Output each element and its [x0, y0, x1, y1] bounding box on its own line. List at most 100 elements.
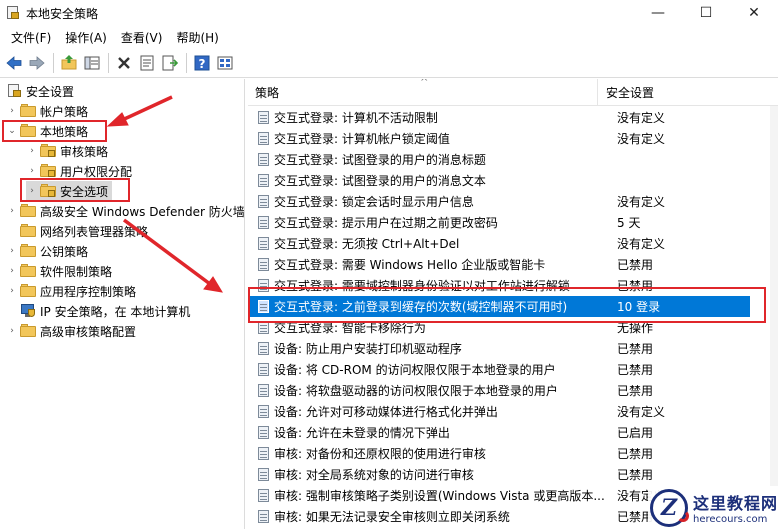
export-icon[interactable] [159, 52, 181, 74]
tree-item-defender-firewall[interactable]: › 高级安全 Windows Defender 防火墙 [6, 201, 244, 221]
table-row[interactable]: 交互式登录: 无须按 Ctrl+Alt+Del 没有定义 [248, 233, 750, 254]
policy-name: 交互式登录: 锁定会话时显示用户信息 [274, 195, 474, 209]
watermark-name: 这里教程网 [693, 494, 778, 513]
policy-icon [257, 110, 271, 125]
tree-root-security-settings[interactable]: 安全设置 [6, 81, 74, 101]
toolbar-separator [186, 52, 187, 73]
close-button[interactable]: ✕ [730, 0, 778, 26]
folder-icon [20, 324, 36, 338]
toolbar-separator [53, 52, 54, 73]
policy-icon [257, 509, 271, 524]
policy-setting: 已禁用 [617, 510, 654, 524]
policy-icon [257, 383, 271, 398]
policy-icon [257, 173, 271, 188]
chevron-right-icon[interactable]: › [6, 266, 18, 276]
chevron-right-icon[interactable]: › [26, 166, 38, 176]
table-row[interactable]: 设备: 防止用户安装打印机驱动程序 已禁用 [248, 338, 750, 359]
chevron-right-icon[interactable]: › [26, 146, 38, 156]
minimize-button[interactable]: — [634, 0, 682, 26]
tree-item-advanced-audit[interactable]: › 高级审核策略配置 [6, 321, 136, 341]
column-header-setting[interactable]: 安全设置 [599, 79, 778, 106]
policy-name: 审核: 如果无法记录安全审核则立即关闭系统 [274, 510, 510, 524]
folder-icon [20, 264, 36, 278]
policy-setting: 没有定义 [617, 405, 666, 419]
tree-item-account-policies[interactable]: › 帐户策略 [6, 101, 88, 121]
security-settings-icon [6, 84, 22, 98]
table-row[interactable]: 审核: 对备份和还原权限的使用进行审核 已禁用 [248, 443, 750, 464]
chevron-right-icon[interactable]: › [6, 286, 18, 296]
policy-name: 审核: 强制审核策略子类别设置(Windows Vista 或更高版本... [274, 489, 605, 503]
policy-folder-icon [40, 144, 56, 158]
table-row[interactable]: 交互式登录: 计算机帐户锁定阈值 没有定义 [248, 128, 750, 149]
chevron-right-icon[interactable]: › [6, 246, 18, 256]
table-row[interactable]: 交互式登录: 计算机不活动限制 没有定义 [248, 107, 750, 128]
table-row[interactable]: 交互式登录: 试图登录的用户的消息文本 [248, 170, 750, 191]
policy-name: 交互式登录: 试图登录的用户的消息标题 [274, 153, 486, 167]
menu-view[interactable]: 查看(V) [114, 29, 170, 46]
policy-folder-icon [40, 164, 56, 178]
delete-icon[interactable] [113, 52, 135, 74]
menu-help[interactable]: 帮助(H) [169, 29, 225, 46]
tree-label: IP 安全策略，在 本地计算机 [40, 304, 191, 319]
column-header-policy[interactable]: 策略 [248, 79, 598, 106]
policy-name: 设备: 将 CD-ROM 的访问权限仅限于本地登录的用户 [274, 363, 556, 377]
policy-icon [257, 425, 271, 440]
menu-action[interactable]: 操作(A) [58, 29, 114, 46]
tree-item-app-control[interactable]: › 应用程序控制策略 [6, 281, 136, 301]
highlight-security-options [20, 178, 130, 202]
table-row[interactable]: 交互式登录: 锁定会话时显示用户信息 没有定义 [248, 191, 750, 212]
maximize-button[interactable]: ☐ [682, 0, 730, 26]
forward-icon[interactable] [26, 52, 48, 74]
tree-item-software-restriction[interactable]: › 软件限制策略 [6, 261, 112, 281]
up-folder-icon[interactable] [58, 52, 80, 74]
table-row[interactable]: 设备: 允许在未登录的情况下弹出 已启用 [248, 422, 750, 443]
policy-setting: 已启用 [617, 426, 654, 440]
toolbar: ? [0, 48, 778, 78]
tree-item-audit-policy[interactable]: › 审核策略 [26, 141, 108, 161]
policy-setting: 没有定义 [617, 195, 666, 209]
policy-setting: 已禁用 [617, 342, 654, 356]
policy-icon [257, 362, 271, 377]
site-logo-icon: Z [650, 488, 689, 527]
policy-icon [257, 488, 271, 503]
highlight-cached-logons-row [248, 287, 766, 323]
watermark-url: herecours.com [693, 514, 768, 525]
properties-icon[interactable] [136, 52, 158, 74]
table-row[interactable]: 设备: 将 CD-ROM 的访问权限仅限于本地登录的用户 已禁用 [248, 359, 750, 380]
window-title: 本地安全策略 [26, 6, 99, 21]
tree-item-ip-security[interactable]: IP 安全策略，在 本地计算机 [6, 301, 190, 321]
back-icon[interactable] [3, 52, 25, 74]
view-icon[interactable] [214, 52, 236, 74]
chevron-right-icon[interactable]: › [6, 206, 18, 216]
tree-label: 网络列表管理器策略 [40, 224, 149, 239]
tree-scrollbar[interactable] [240, 79, 245, 529]
policy-icon [257, 467, 271, 482]
policy-name: 审核: 对备份和还原权限的使用进行审核 [274, 447, 486, 461]
local-security-policy-icon [6, 6, 20, 20]
tree-item-public-key-policies[interactable]: › 公钥策略 [6, 241, 88, 261]
table-row[interactable]: 交互式登录: 需要 Windows Hello 企业版或智能卡 已禁用 [248, 254, 750, 275]
policy-name: 交互式登录: 无须按 Ctrl+Alt+Del [274, 237, 460, 251]
table-row[interactable]: 审核: 对全局系统对象的访问进行审核 已禁用 [248, 464, 750, 485]
policy-setting: 没有定义 [617, 111, 666, 125]
policy-name: 设备: 允许对可移动媒体进行格式化并弹出 [274, 405, 498, 419]
tree-label: 安全设置 [26, 84, 75, 99]
policy-name: 交互式登录: 提示用户在过期之前更改密码 [274, 216, 498, 230]
chevron-right-icon[interactable]: › [6, 326, 18, 336]
help-icon[interactable]: ? [191, 52, 213, 74]
tree-label: 公钥策略 [40, 244, 89, 259]
table-row[interactable]: 交互式登录: 提示用户在过期之前更改密码 5 天 [248, 212, 750, 233]
policy-icon [257, 131, 271, 146]
table-row[interactable]: 交互式登录: 试图登录的用户的消息标题 [248, 149, 750, 170]
policy-setting: 已禁用 [617, 384, 654, 398]
policy-name: 设备: 防止用户安装打印机驱动程序 [274, 342, 462, 356]
tree-item-network-list-manager[interactable]: 网络列表管理器策略 [6, 221, 148, 241]
policy-icon [257, 236, 271, 251]
list-scrollbar[interactable] [770, 106, 778, 529]
menu-file[interactable]: 文件(F) [4, 29, 58, 46]
table-row[interactable]: 设备: 将软盘驱动器的访问权限仅限于本地登录的用户 已禁用 [248, 380, 750, 401]
policy-setting: 没有定义 [617, 237, 666, 251]
show-tree-icon[interactable] [81, 52, 103, 74]
chevron-right-icon[interactable]: › [6, 106, 18, 116]
table-row[interactable]: 设备: 允许对可移动媒体进行格式化并弹出 没有定义 [248, 401, 750, 422]
